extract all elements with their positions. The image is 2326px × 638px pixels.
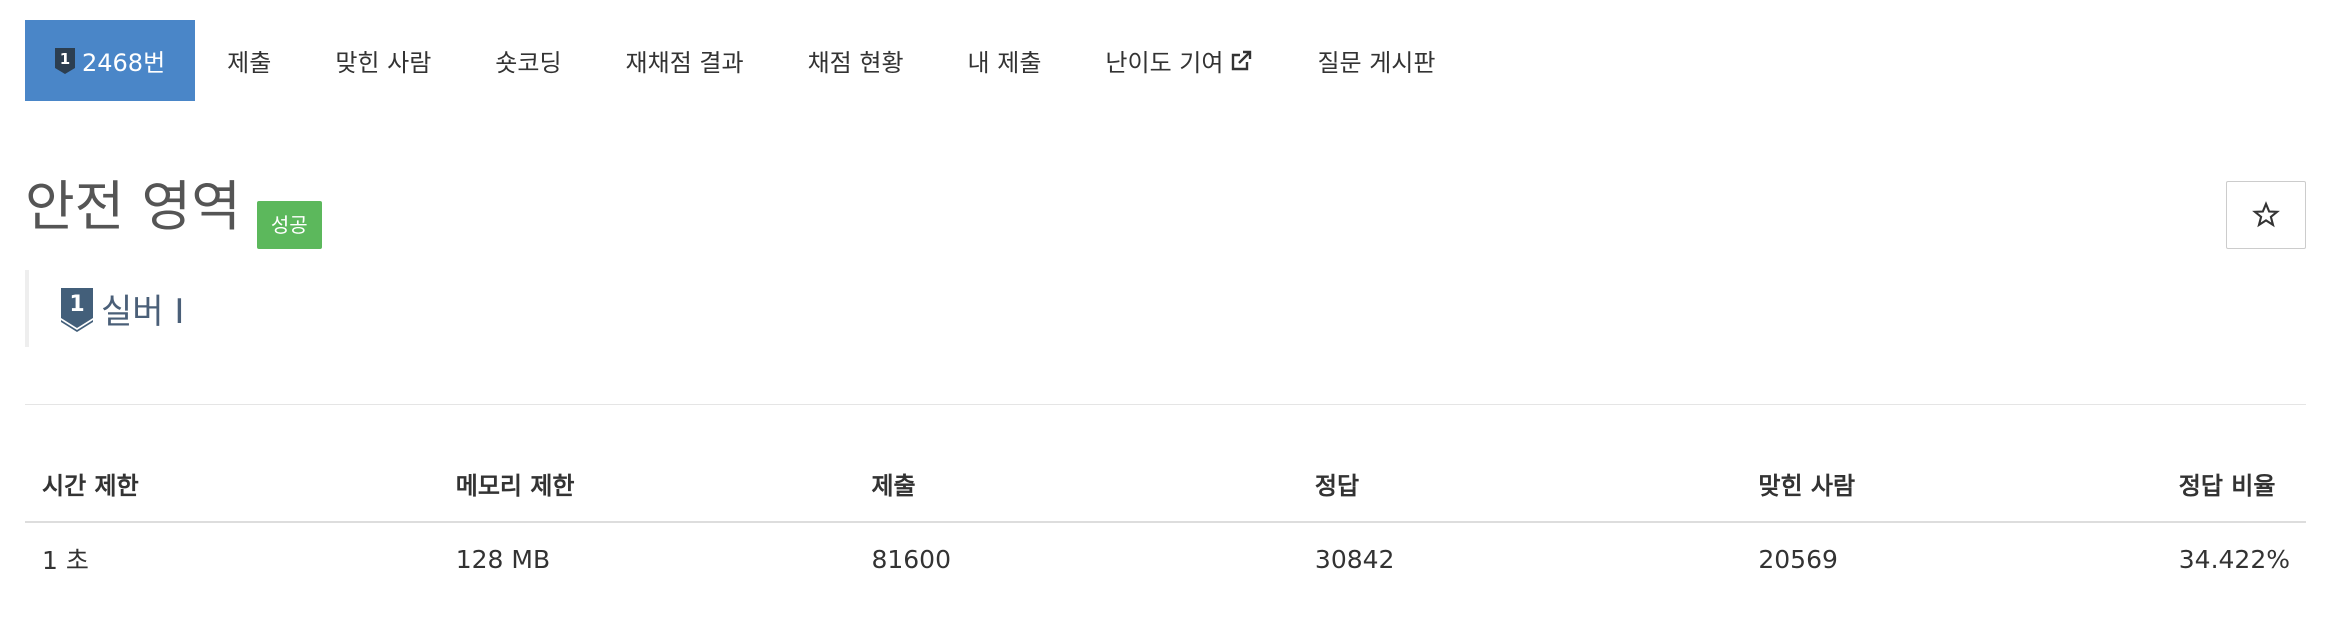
- tab-label: 맞힌 사람: [335, 49, 432, 77]
- problem-title-row: 안전 영역 성공: [25, 175, 322, 249]
- problem-tier: 1 실버 I: [25, 270, 184, 347]
- svg-text:1: 1: [60, 50, 70, 68]
- tab-judge-status[interactable]: 채점 현황: [776, 20, 936, 101]
- svg-text:1: 1: [69, 292, 84, 317]
- tab-my-submissions[interactable]: 내 제출: [936, 20, 1074, 101]
- tab-submit[interactable]: 제출: [195, 20, 303, 101]
- tab-label: 내 제출: [967, 49, 1042, 77]
- problem-info-table: 시간 제한 메모리 제한 제출 정답 맞힌 사람 정답 비율 1 초 128 M…: [25, 445, 2306, 595]
- section-divider: [25, 404, 2306, 405]
- tier-label: 실버 I: [101, 292, 185, 332]
- tab-question-board[interactable]: 질문 게시판: [1285, 20, 1467, 101]
- tab-label: 난이도 기여: [1105, 49, 1224, 77]
- problem-title: 안전 영역: [25, 175, 241, 238]
- header-accepted: 정답: [1297, 445, 1742, 523]
- cell-accept-ratio: 34.422%: [2178, 544, 2290, 574]
- tab-label: 채점 현황: [807, 49, 904, 77]
- external-link-icon: [1232, 50, 1252, 70]
- tab-rejudge-results[interactable]: 재채점 결과: [594, 20, 776, 101]
- header-memory-limit: 메모리 제한: [438, 445, 855, 523]
- tab-difficulty-contribution[interactable]: 난이도 기여: [1073, 20, 1285, 101]
- header-solved-users: 맞힌 사람: [1741, 445, 2162, 523]
- silver-tier-1-icon: 1: [55, 47, 75, 74]
- tab-label: 2468번: [82, 49, 166, 77]
- cell-accepted: 30842: [1314, 544, 1395, 574]
- favorite-button[interactable]: [2226, 181, 2306, 249]
- problem-tab-bar: 1 2468번 제출 맞힌 사람 숏코딩 재채점 결과 채점 현황 내 제출 난…: [25, 20, 1467, 101]
- cell-solved-users: 20569: [1758, 544, 1838, 574]
- table-row: 1 초 128 MB 81600 30842 20569 34.422%: [25, 522, 2306, 595]
- cell-time-limit: 1 초: [42, 546, 89, 575]
- header-submissions: 제출: [854, 445, 1298, 523]
- cell-memory-limit: 128 MB: [455, 544, 551, 574]
- tab-solved-users[interactable]: 맞힌 사람: [303, 20, 463, 101]
- silver-tier-1-icon: 1: [61, 287, 93, 332]
- tab-label: 질문 게시판: [1317, 49, 1436, 77]
- header-time-limit: 시간 제한: [25, 445, 439, 523]
- header-accept-ratio: 정답 비율: [2161, 445, 2306, 523]
- tab-problem-number[interactable]: 1 2468번: [25, 20, 196, 101]
- star-outline-icon: [2252, 201, 2280, 228]
- table-header-row: 시간 제한 메모리 제한 제출 정답 맞힌 사람 정답 비율: [25, 445, 2306, 523]
- tab-label: 재채점 결과: [625, 49, 744, 77]
- tab-short-coding[interactable]: 숏코딩: [463, 20, 593, 101]
- cell-submissions: 81600: [871, 544, 951, 574]
- tab-label: 제출: [227, 49, 272, 77]
- tab-label: 숏코딩: [495, 49, 562, 77]
- status-badge: 성공: [256, 201, 322, 249]
